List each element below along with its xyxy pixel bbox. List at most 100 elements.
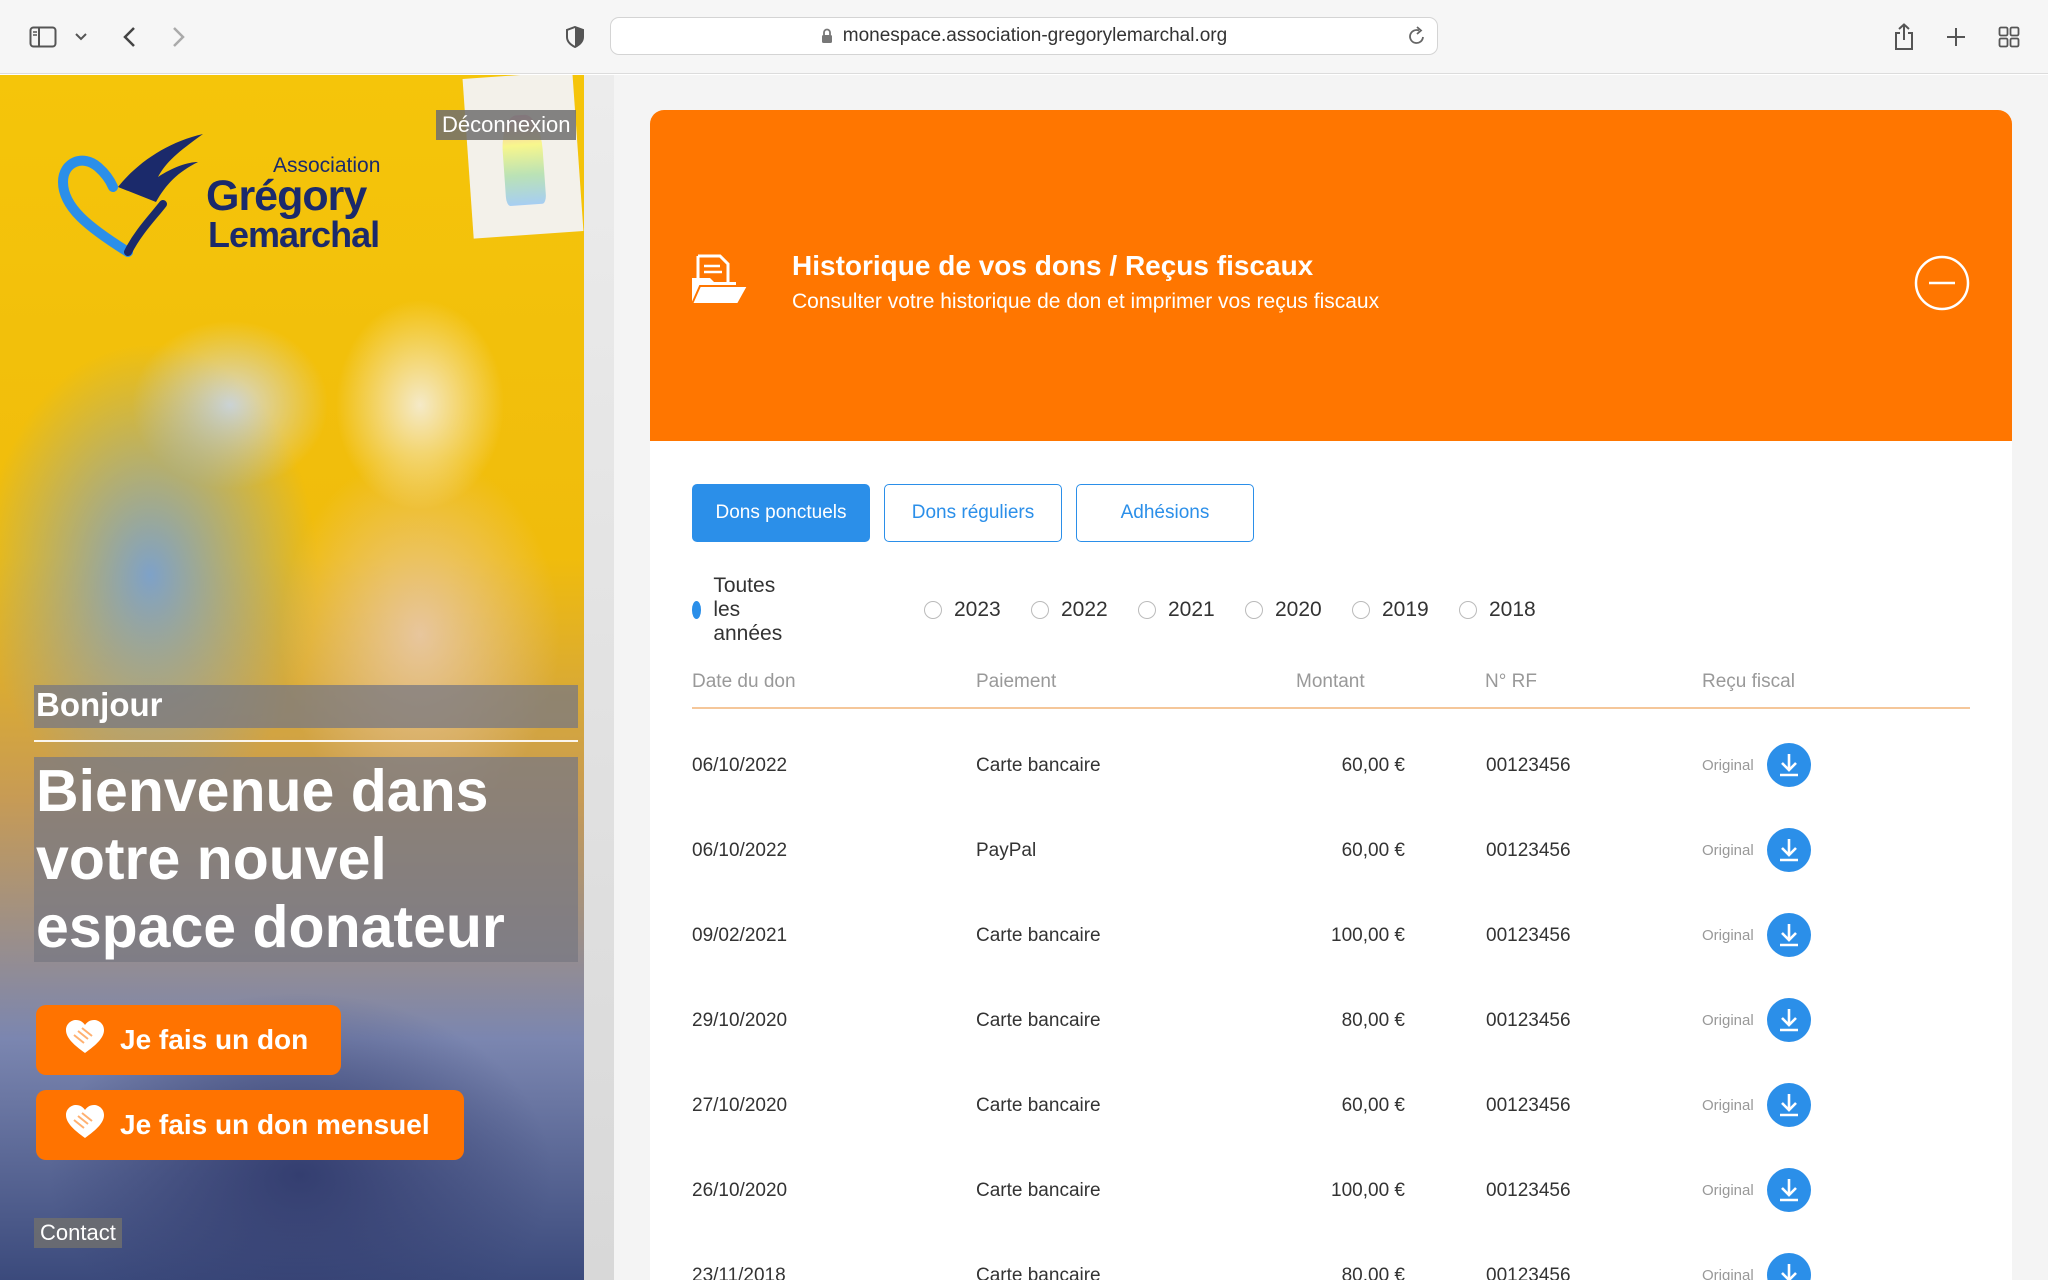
folder-documents-icon <box>690 252 750 313</box>
payment-method: Carte bancaire <box>976 1180 1101 1201</box>
download-icon[interactable] <box>1767 1083 1811 1127</box>
year-option-label: 2023 <box>954 598 1001 621</box>
download-icon[interactable] <box>1767 998 1811 1042</box>
column-header-amount: Montant <box>1296 671 1365 692</box>
receipt-original-label: Original <box>1702 1182 1754 1199</box>
plus-icon[interactable] <box>1944 22 1968 52</box>
association-logo[interactable]: Association Grégory Lemarchal <box>58 132 398 262</box>
column-header-date: Date du don <box>692 671 796 692</box>
donate-button-label: Je fais un don <box>120 1024 309 1055</box>
donate-button[interactable]: Je fais un don <box>36 1005 341 1075</box>
card-header: Historique de vos dons / Reçus fiscaux C… <box>650 110 2012 441</box>
rf-number: 00123456 <box>1486 1095 1571 1116</box>
table-row: 27/10/2020 Carte bancaire 60,00 € 00123456 O… <box>650 1063 2012 1148</box>
radio-icon <box>1138 601 1156 619</box>
year-option-2020[interactable]: 2020 <box>1245 595 1322 625</box>
donation-amount: 100,00 € <box>1331 925 1405 946</box>
table-header-divider <box>692 707 1970 709</box>
radio-icon <box>1352 601 1370 619</box>
year-option-2023[interactable]: 2023 <box>924 595 1001 625</box>
donation-amount: 80,00 € <box>1341 1010 1405 1031</box>
year-option-label: 2019 <box>1382 598 1429 621</box>
table-row: 06/10/2022 Carte bancaire 60,00 € 00123456 O… <box>650 723 2012 808</box>
receipt-original-label: Original <box>1702 757 1754 774</box>
year-option-all[interactable]: Toutes les années <box>692 574 791 645</box>
tab-dons-reguliers[interactable]: Dons réguliers <box>884 484 1062 542</box>
greeting-divider <box>34 740 578 742</box>
year-option-2022[interactable]: 2022 <box>1031 595 1108 625</box>
monthly-donate-button-label: Je fais un don mensuel <box>120 1109 430 1140</box>
radio-icon <box>1031 601 1049 619</box>
sidebar-icon[interactable] <box>28 22 58 52</box>
share-icon[interactable] <box>1892 22 1916 52</box>
donation-date: 09/02/2021 <box>692 925 788 946</box>
reload-icon[interactable] <box>1407 25 1427 53</box>
address-bar[interactable]: monespace.association-gregorylemarchal.o… <box>610 17 1438 55</box>
radio-icon <box>924 601 942 619</box>
year-option-2021[interactable]: 2021 <box>1138 595 1215 625</box>
donation-history-card: Historique de vos dons / Reçus fiscaux C… <box>650 110 2012 1280</box>
download-icon[interactable] <box>1767 1253 1811 1280</box>
heart-hands-icon <box>64 1019 106 1062</box>
year-option-label: 2020 <box>1275 598 1322 621</box>
donation-date: 26/10/2020 <box>692 1180 788 1201</box>
lock-icon <box>821 28 833 44</box>
download-icon[interactable] <box>1767 743 1811 787</box>
heart-logo-icon <box>58 134 203 257</box>
radio-icon <box>1459 601 1477 619</box>
shield-icon[interactable] <box>564 22 586 52</box>
donation-date: 23/11/2018 <box>692 1265 786 1280</box>
year-option-label: Toutes les années <box>713 574 783 645</box>
table-row: 09/02/2021 Carte bancaire 100,00 € 00123456… <box>650 893 2012 978</box>
heart-hands-icon <box>64 1104 106 1147</box>
rf-number: 00123456 <box>1486 755 1571 776</box>
monthly-donate-button[interactable]: Je fais un don mensuel <box>36 1090 464 1160</box>
download-icon[interactable] <box>1767 1168 1811 1212</box>
contact-link[interactable]: Contact <box>34 1218 122 1248</box>
collapse-icon[interactable] <box>1913 254 1971 317</box>
logout-link[interactable]: Déconnexion <box>436 110 577 140</box>
forward-icon[interactable] <box>168 22 190 52</box>
year-option-label: 2018 <box>1489 598 1536 621</box>
donation-date: 29/10/2020 <box>692 1010 788 1031</box>
rf-number: 00123456 <box>1486 840 1571 861</box>
donation-date: 06/10/2022 <box>692 840 788 861</box>
column-header-payment: Paiement <box>976 671 1057 692</box>
table-row: 29/10/2020 Carte bancaire 80,00 € 00123456 O… <box>650 978 2012 1063</box>
welcome-heading: Bienvenue dans votre nouvel espace donat… <box>34 757 578 962</box>
year-option-label: 2022 <box>1061 598 1108 621</box>
receipt-original-label: Original <box>1702 1267 1754 1280</box>
year-option-2019[interactable]: 2019 <box>1352 595 1429 625</box>
year-option-label: 2021 <box>1168 598 1215 621</box>
back-icon[interactable] <box>118 22 140 52</box>
donation-date: 27/10/2020 <box>692 1095 788 1116</box>
receipt-original-label: Original <box>1702 927 1754 944</box>
radio-icon <box>1245 601 1263 619</box>
download-icon[interactable] <box>1767 828 1811 872</box>
rf-number: 00123456 <box>1486 1180 1571 1201</box>
column-header-receipt: Reçu fiscal <box>1702 671 1795 692</box>
payment-method: Carte bancaire <box>976 1265 1101 1280</box>
logo-line-lemarchal: Lemarchal <box>208 214 380 255</box>
payment-method: PayPal <box>976 840 1037 861</box>
donation-amount: 80,00 € <box>1341 1265 1405 1280</box>
radio-selected-icon <box>692 601 702 619</box>
payment-method: Carte bancaire <box>976 1010 1101 1031</box>
download-icon[interactable] <box>1767 913 1811 957</box>
tab-adhesions[interactable]: Adhésions <box>1076 484 1254 542</box>
donation-amount: 60,00 € <box>1341 1095 1405 1116</box>
tabs-grid-icon[interactable] <box>1996 22 2022 52</box>
table-row: 06/10/2022 PayPal 60,00 € 00123456 Original <box>650 808 2012 893</box>
rf-number: 00123456 <box>1486 1265 1571 1280</box>
payment-method: Carte bancaire <box>976 925 1101 946</box>
receipt-original-label: Original <box>1702 842 1754 859</box>
year-option-2018[interactable]: 2018 <box>1459 595 1536 625</box>
card-title: Historique de vos dons / Reçus fiscaux <box>792 250 1314 281</box>
donation-date: 06/10/2022 <box>692 755 788 776</box>
donation-amount: 60,00 € <box>1341 840 1405 861</box>
hero-photo-drawing <box>462 75 584 239</box>
payment-method: Carte bancaire <box>976 755 1101 776</box>
tab-dons-ponctuels[interactable]: Dons ponctuels <box>692 484 870 542</box>
browser-toolbar: monespace.association-gregorylemarchal.o… <box>0 0 2048 74</box>
chevron-down-icon[interactable] <box>72 22 90 52</box>
